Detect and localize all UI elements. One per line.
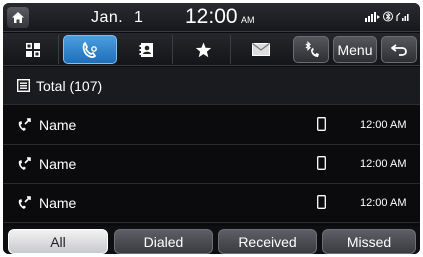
tab-contacts[interactable] [121,35,173,64]
call-filter-bar: All Dialed Received Missed [3,226,420,254]
call-time: 12:00 AM [360,158,407,170]
outgoing-call-icon [18,118,31,131]
phone-call-history-screen: Jan. 1 12:00 AM Menu Total (107) Name 12… [3,3,420,254]
favorites-star-icon [195,42,212,57]
tab-messages[interactable] [235,35,287,64]
phone-signal-icon [396,12,409,21]
home-icon [12,12,24,23]
outgoing-call-icon [18,157,31,170]
total-count-row: Total (107) [3,67,420,105]
caller-name: Name [39,117,77,133]
status-day: 1 [134,9,143,26]
signal-strength-icon [365,11,380,22]
status-time: 12:00 [185,5,238,28]
tab-call-history[interactable] [63,35,117,64]
contacts-icon [139,42,153,57]
caller-name: Name [39,195,77,211]
messages-icon [252,43,270,56]
home-button[interactable] [7,7,29,28]
call-list-item[interactable]: Name 12:00 AM [3,184,420,223]
back-arrow-icon [391,44,407,56]
filter-received-button[interactable]: Received [218,229,317,254]
call-list-item[interactable]: Name 12:00 AM [3,145,420,184]
mobile-phone-icon [317,156,326,170]
phone-tab-bar: Menu [3,33,420,66]
call-list-item[interactable]: Name 12:00 AM [3,106,420,145]
status-month: Jan. [91,9,124,26]
call-time: 12:00 AM [360,197,407,209]
bluetooth-phone-icon [305,40,319,57]
call-history-icon [82,41,97,58]
status-ampm: AM [241,15,255,25]
filter-missed-button[interactable]: Missed [322,229,416,254]
caller-name: Name [39,156,77,172]
status-bar: Jan. 1 12:00 AM [3,3,420,32]
menu-label: Menu [337,41,373,58]
outgoing-call-icon [18,196,31,209]
filter-dialed-button[interactable]: Dialed [114,229,213,254]
tab-favorites[interactable] [177,35,231,64]
keypad-icon [25,42,40,57]
menu-button[interactable]: Menu [333,36,377,63]
total-count-label: Total (107) [36,77,103,94]
status-icons [365,11,410,22]
back-button[interactable] [381,36,417,63]
bluetooth-icon [383,11,393,22]
mobile-phone-icon [317,195,326,209]
tab-keypad[interactable] [7,35,59,64]
mobile-phone-icon [317,117,326,131]
bluetooth-connect-button[interactable] [293,36,329,63]
list-icon [17,79,30,92]
filter-all-button[interactable]: All [8,229,108,254]
call-time: 12:00 AM [360,119,407,131]
